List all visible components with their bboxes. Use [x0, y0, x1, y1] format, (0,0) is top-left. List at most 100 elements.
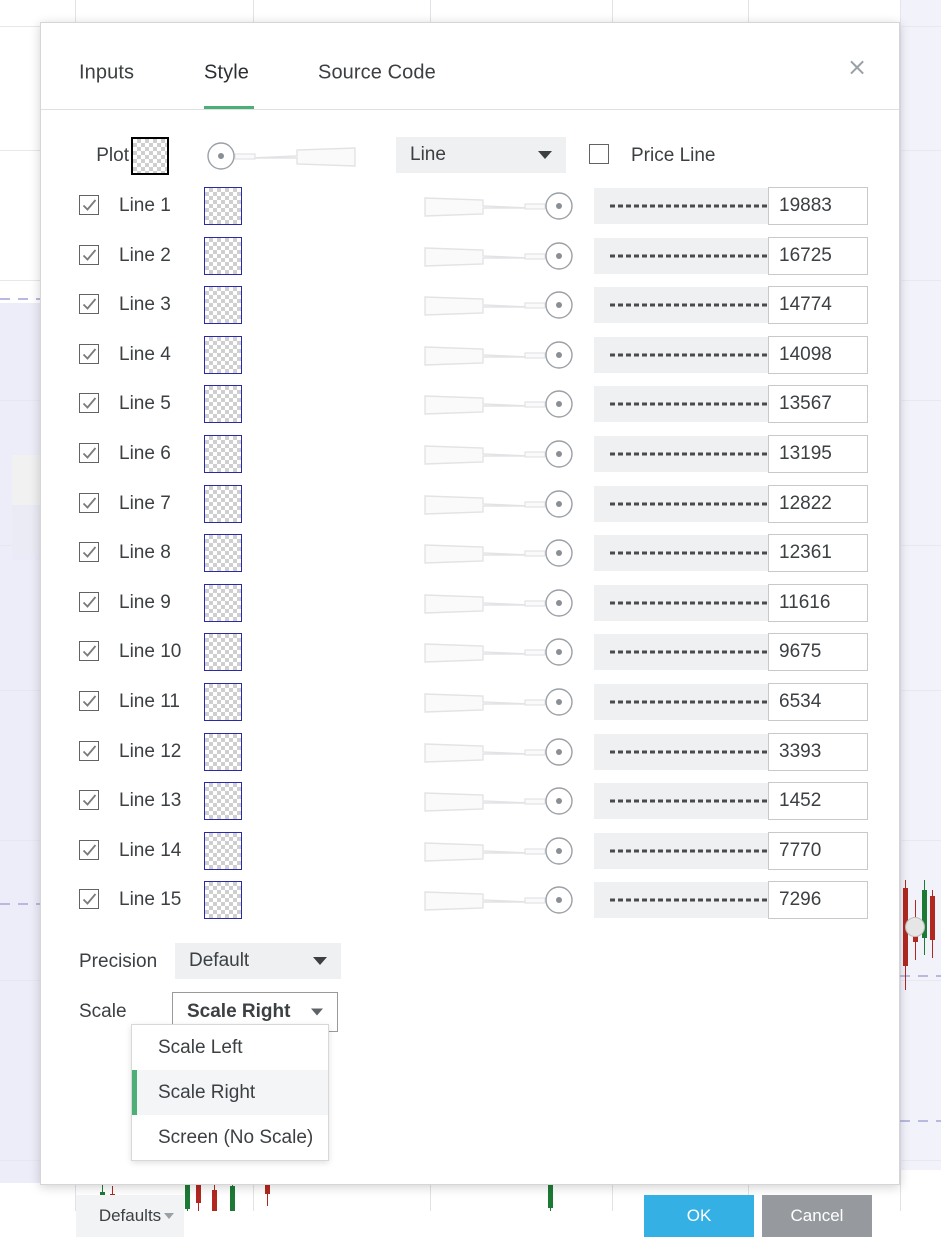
line-value-input[interactable]: 7296	[768, 881, 868, 920]
line-enabled-checkbox[interactable]	[79, 244, 99, 265]
candle	[212, 1182, 217, 1211]
tab-style[interactable]: Style	[204, 62, 249, 85]
cancel-button[interactable]: Cancel	[762, 1195, 872, 1237]
close-icon[interactable]: ×	[843, 53, 871, 81]
plot-type-value: Line	[410, 144, 446, 165]
line-color-swatch[interactable]	[204, 236, 242, 275]
line-thickness-slider[interactable]	[411, 484, 581, 524]
line-color-swatch[interactable]	[204, 435, 242, 473]
line-enabled-checkbox[interactable]	[79, 443, 99, 463]
dashed-line-preview	[610, 204, 778, 208]
line-label: Line 9	[119, 591, 171, 613]
line-value-input[interactable]: 13195	[768, 435, 868, 473]
line-enabled-checkbox[interactable]	[79, 889, 99, 910]
line-label: Line 6	[119, 443, 171, 464]
line-value-input[interactable]: 6534	[768, 683, 868, 721]
line-color-swatch[interactable]	[204, 782, 242, 821]
line-value-input[interactable]: 16725	[768, 236, 868, 275]
line-thickness-slider[interactable]	[411, 236, 581, 276]
line-enabled-checkbox[interactable]	[79, 492, 99, 513]
dashed-line-preview	[610, 750, 778, 754]
chart-highlight-zone	[0, 303, 42, 1183]
line-color-swatch[interactable]	[204, 286, 242, 325]
line-value-input[interactable]: 14098	[768, 335, 868, 374]
line-thickness-slider[interactable]	[411, 186, 581, 226]
line-color-swatch[interactable]	[204, 831, 242, 870]
line-label: Line 10	[119, 641, 182, 663]
dashed-line-preview	[610, 402, 778, 406]
scale-option[interactable]: Scale Left	[132, 1025, 328, 1070]
line-thickness-slider[interactable]	[411, 285, 581, 325]
line-thickness-slider[interactable]	[411, 831, 581, 871]
dashed-line-preview	[610, 452, 778, 456]
candle	[922, 880, 927, 955]
line-thickness-slider[interactable]	[411, 732, 581, 772]
line-color-swatch[interactable]	[204, 385, 242, 424]
line-enabled-checkbox[interactable]	[79, 591, 99, 612]
tab-inputs[interactable]: Inputs	[79, 62, 134, 85]
line-enabled-checkbox[interactable]	[79, 542, 99, 563]
line-enabled-checkbox[interactable]	[79, 641, 99, 662]
dashed-line-preview	[610, 502, 778, 506]
line-enabled-checkbox[interactable]	[79, 839, 99, 860]
line-row: Line 5 13567	[41, 384, 899, 424]
line-thickness-slider[interactable]	[411, 384, 581, 424]
defaults-button[interactable]: Defaults	[76, 1195, 184, 1237]
chevron-down-icon	[313, 957, 327, 965]
line-thickness-slider[interactable]	[411, 632, 581, 672]
line-color-swatch[interactable]	[204, 633, 242, 672]
line-color-swatch[interactable]	[204, 881, 242, 920]
line-value-input[interactable]: 14774	[768, 286, 868, 325]
line-row: Line 3 14774	[41, 285, 899, 325]
precision-select[interactable]: Default	[175, 943, 341, 979]
line-thickness-slider[interactable]	[411, 682, 581, 722]
line-enabled-checkbox[interactable]	[79, 294, 99, 315]
line-color-swatch[interactable]	[204, 683, 242, 721]
line-thickness-slider[interactable]	[411, 434, 581, 474]
line-enabled-checkbox[interactable]	[79, 393, 99, 414]
ok-button[interactable]: OK	[644, 1195, 754, 1237]
candle	[930, 890, 935, 958]
scale-option[interactable]: Scale Right	[132, 1070, 328, 1115]
line-enabled-checkbox[interactable]	[79, 343, 99, 364]
line-color-swatch[interactable]	[204, 484, 242, 523]
line-color-swatch[interactable]	[204, 583, 242, 622]
line-value-input[interactable]: 12361	[768, 534, 868, 573]
price-line-checkbox[interactable]	[589, 144, 609, 164]
scale-option[interactable]: Screen (No Scale)	[132, 1115, 328, 1160]
line-enabled-checkbox[interactable]	[79, 740, 99, 761]
line-label: Line 2	[119, 244, 171, 266]
line-thickness-slider[interactable]	[411, 335, 581, 375]
plot-color-swatch[interactable]	[131, 137, 169, 175]
line-color-swatch[interactable]	[204, 187, 242, 225]
line-value-input[interactable]: 19883	[768, 187, 868, 225]
line-row: Line 14 7770	[41, 831, 899, 871]
line-thickness-slider[interactable]	[411, 880, 581, 920]
scale-dropdown-menu[interactable]: Scale Left Scale Right Screen (No Scale)	[131, 1024, 329, 1161]
line-thickness-slider[interactable]	[411, 583, 581, 623]
line-value-input[interactable]: 13567	[768, 385, 868, 424]
line-enabled-checkbox[interactable]	[79, 691, 99, 711]
plot-type-select[interactable]: Line	[396, 137, 566, 173]
line-color-swatch[interactable]	[204, 335, 242, 374]
line-value-input[interactable]: 11616	[768, 583, 868, 622]
tab-source-code[interactable]: Source Code	[318, 62, 436, 85]
chart-dashed-level	[0, 903, 42, 905]
line-value-input[interactable]: 3393	[768, 732, 868, 771]
line-thickness-slider[interactable]	[411, 533, 581, 573]
line-thickness-slider[interactable]	[411, 781, 581, 821]
line-color-swatch[interactable]	[204, 534, 242, 573]
line-value-input[interactable]: 9675	[768, 633, 868, 672]
line-value-input[interactable]: 12822	[768, 484, 868, 523]
line-value-input[interactable]: 7770	[768, 831, 868, 870]
dashed-line-preview	[610, 254, 778, 258]
chevron-down-icon	[538, 151, 552, 159]
line-enabled-checkbox[interactable]	[79, 195, 99, 215]
precision-label: Precision	[79, 951, 158, 972]
plot-thickness-slider[interactable]	[205, 136, 375, 176]
line-label: Line 14	[119, 839, 182, 861]
line-value-input[interactable]: 1452	[768, 782, 868, 821]
line-row: Line 7 12822	[41, 484, 899, 524]
line-color-swatch[interactable]	[204, 732, 242, 771]
line-enabled-checkbox[interactable]	[79, 790, 99, 811]
